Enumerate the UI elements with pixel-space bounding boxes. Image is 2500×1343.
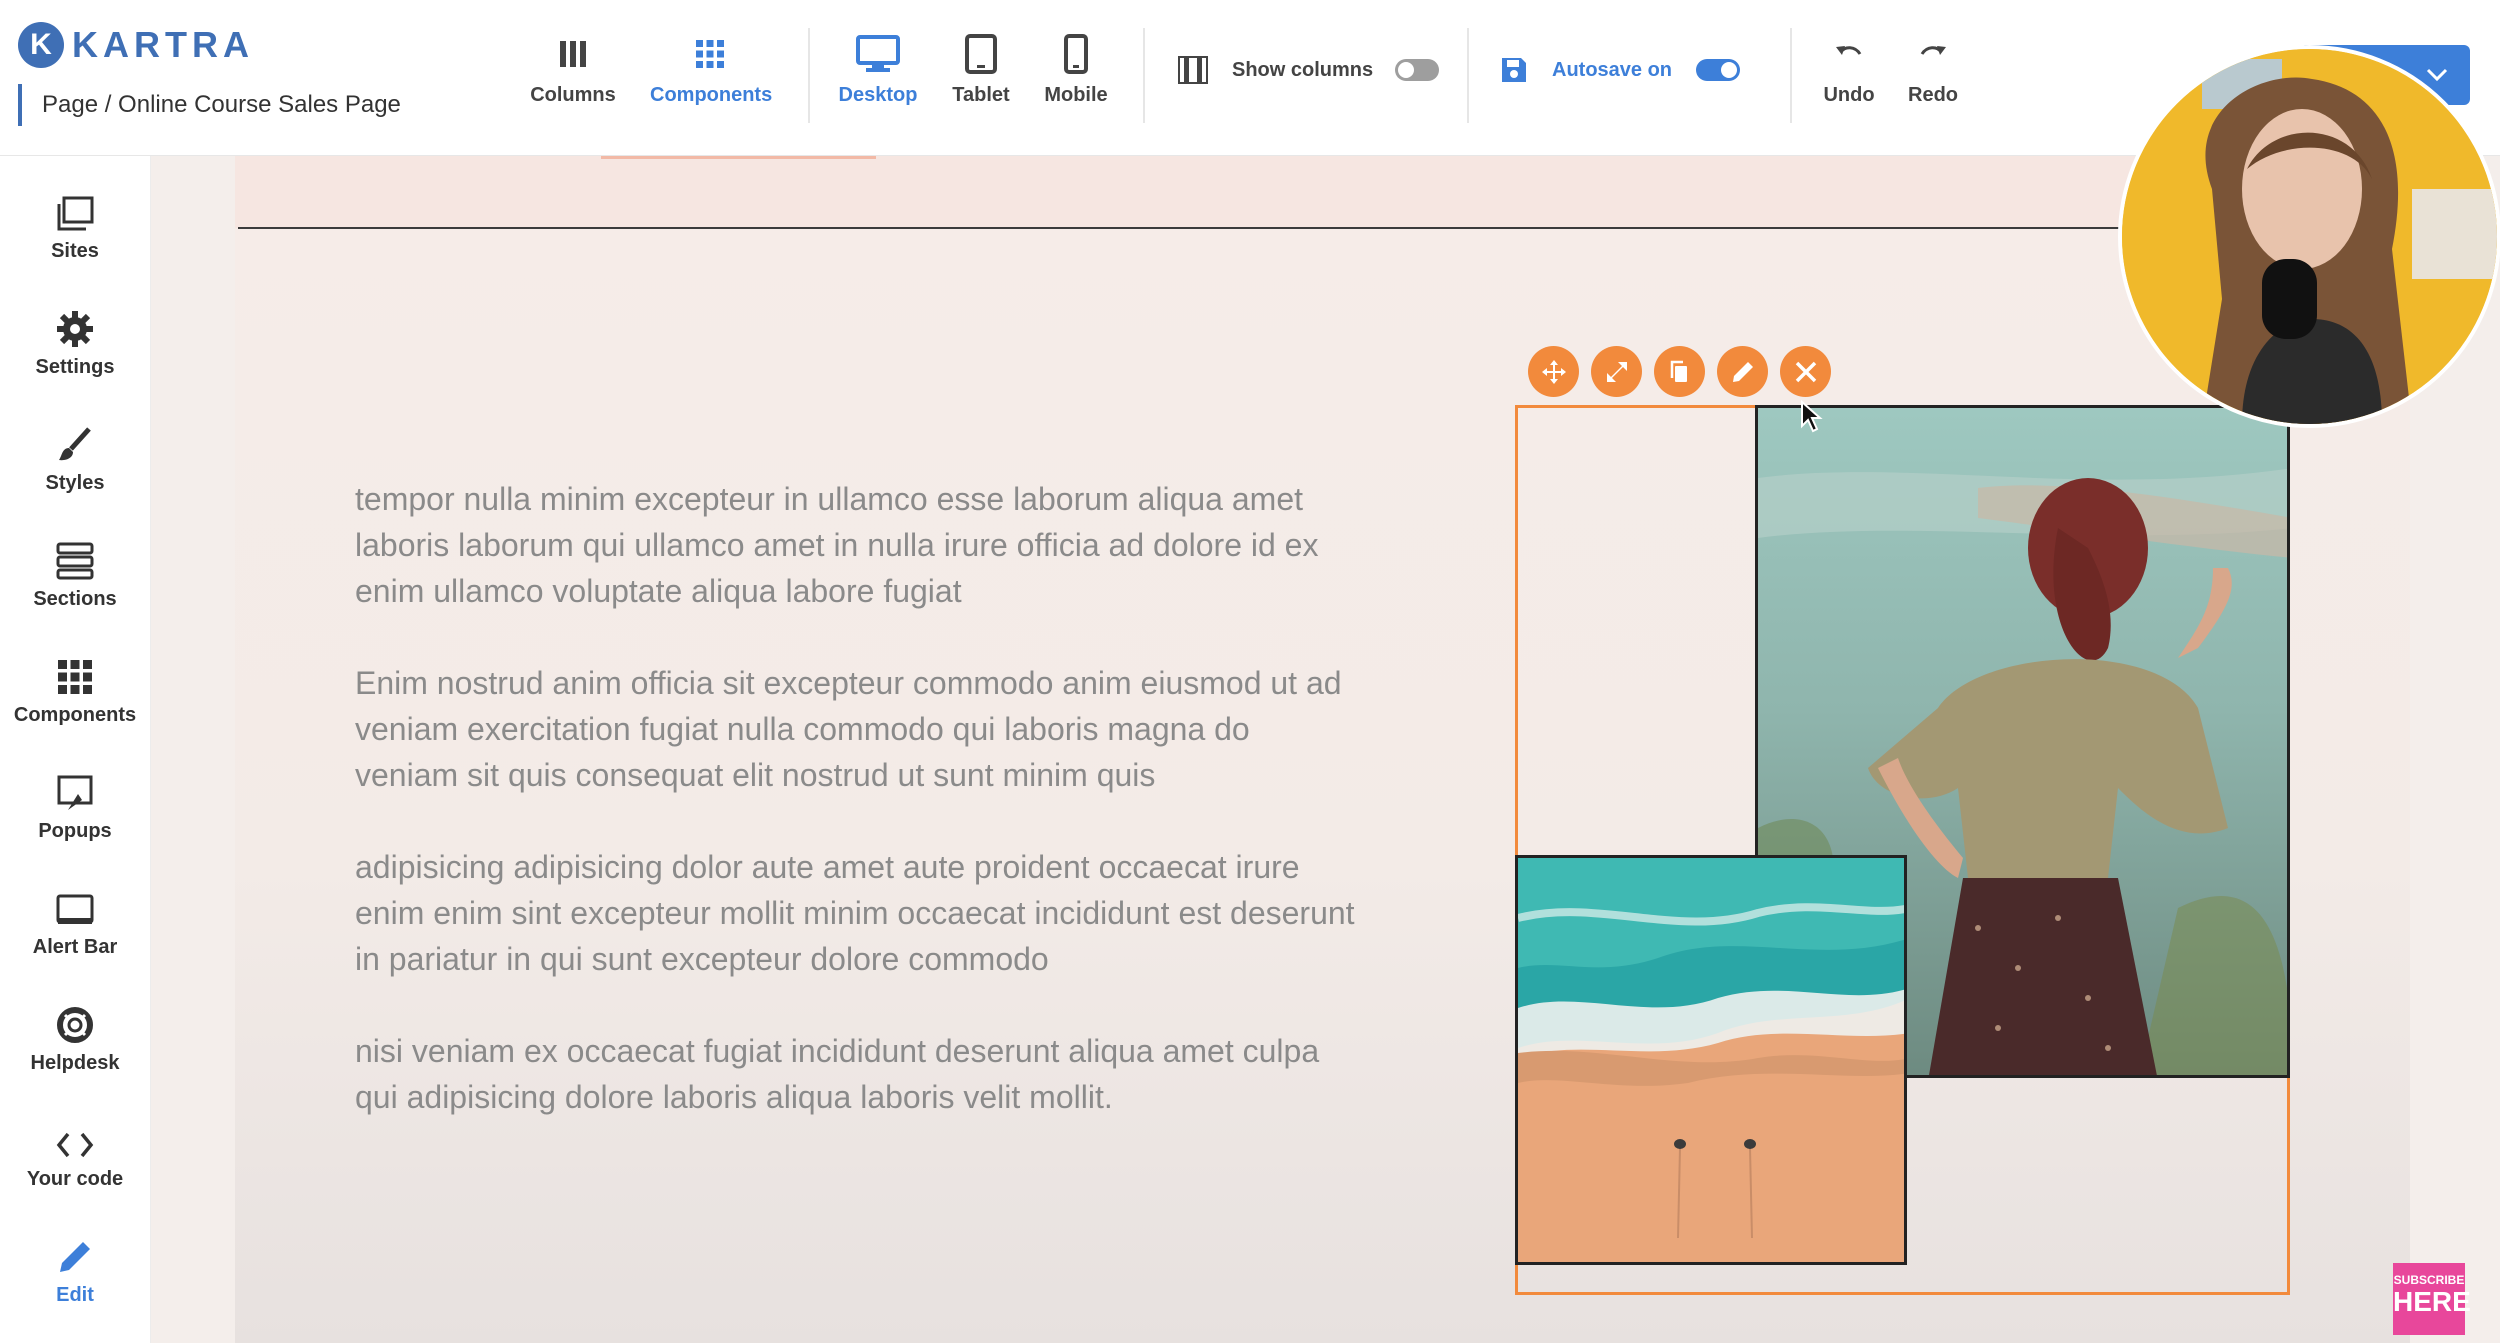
autosave-label: Autosave on [1552, 58, 1673, 81]
sidebar-item-label: Settings [35, 356, 115, 378]
sidebar-item-label: Popups [38, 820, 112, 842]
lifebuoy-icon [0, 996, 150, 1044]
show-columns-label: Show columns [1232, 58, 1374, 81]
sections-icon [0, 532, 150, 580]
columns-button[interactable]: Columns [513, 30, 633, 107]
mouse-cursor-icon [1800, 399, 1824, 439]
mobile-view-button[interactable]: Mobile [1016, 30, 1136, 107]
section-accent-line [601, 156, 876, 159]
sidebar-item-styles[interactable]: Styles [0, 416, 150, 495]
sidebar-item-helpdesk[interactable]: Helpdesk [0, 996, 150, 1075]
show-columns-icon [1178, 56, 1208, 84]
save-icon [1502, 58, 1526, 82]
beach-aerial-photo[interactable] [1515, 855, 1907, 1265]
subscribe-big-text: HERE [2393, 1286, 2471, 1317]
autosave-switch[interactable] [1696, 59, 1741, 81]
show-columns-toggle-group: Show columns [1178, 56, 1440, 84]
logo-text: KARTRA [72, 24, 254, 65]
show-columns-switch[interactable] [1395, 59, 1440, 81]
brush-icon [0, 416, 150, 464]
chevron-down-icon [2426, 68, 2448, 82]
sidebar-item-popups[interactable]: Popups [0, 764, 150, 843]
paragraph[interactable]: adipisicing adipisicing dolor aute amet … [355, 844, 1355, 982]
alert-bar-icon [0, 880, 150, 928]
text-block[interactable]: tempor nulla minim excepteur in ullamco … [355, 476, 1355, 1166]
sidebar-item-label: Your code [26, 1168, 124, 1190]
subscribe-small-text: SUBSCRIBE [2393, 1273, 2465, 1287]
sidebar-item-label: Styles [45, 472, 105, 494]
section-divider-line [238, 227, 2408, 229]
delete-icon[interactable] [1780, 346, 1831, 397]
components-grid-icon [650, 30, 770, 78]
duplicate-icon[interactable] [1654, 346, 1705, 397]
columns-label: Columns [530, 84, 616, 106]
sidebar-item-label: Edit [56, 1284, 94, 1306]
sidebar-item-sections[interactable]: Sections [0, 532, 150, 611]
mobile-label: Mobile [1044, 84, 1108, 106]
left-sidebar: Sites Settings Styles Sections Component… [0, 156, 151, 1343]
redo-button[interactable]: Redo [1873, 30, 1993, 107]
toolbar-divider [808, 28, 810, 123]
components-label: Components [650, 84, 773, 106]
grid-icon [0, 648, 150, 696]
columns-icon [513, 30, 633, 78]
edit-icon[interactable] [1717, 346, 1768, 397]
logo-mark: K [18, 22, 64, 68]
sidebar-item-components[interactable]: Components [0, 648, 150, 727]
toolbar-divider [1467, 28, 1469, 123]
top-toolbar: K KARTRA Page / Online Course Sales Page… [0, 0, 2500, 156]
components-button[interactable]: Components [650, 30, 773, 107]
desktop-view-button[interactable]: Desktop [818, 30, 938, 107]
sidebar-item-label: Sites [51, 240, 99, 262]
component-action-bar [1528, 346, 1831, 397]
sidebar-item-label: Helpdesk [30, 1052, 120, 1074]
redo-icon [1873, 30, 1993, 78]
previous-section[interactable] [235, 156, 2410, 228]
kartra-logo[interactable]: K KARTRA [18, 22, 254, 68]
sidebar-item-sites[interactable]: Sites [0, 184, 150, 263]
redo-label: Redo [1908, 84, 1958, 106]
sidebar-item-your-code[interactable]: Your code [0, 1112, 150, 1191]
resize-icon[interactable] [1591, 346, 1642, 397]
desktop-icon [818, 30, 938, 78]
sidebar-item-label: Sections [33, 588, 117, 610]
breadcrumb: Page / Online Course Sales Page [18, 84, 401, 126]
sidebar-item-label: Alert Bar [32, 936, 118, 958]
gear-icon [0, 300, 150, 348]
paragraph[interactable]: tempor nulla minim excepteur in ullamco … [355, 476, 1355, 614]
subscribe-badge[interactable]: SUBSCRIBE HERE [2393, 1263, 2471, 1335]
paragraph[interactable]: Enim nostrud anim officia sit excepteur … [355, 660, 1355, 798]
mobile-icon [1016, 30, 1136, 78]
popup-icon [0, 764, 150, 812]
move-icon[interactable] [1528, 346, 1579, 397]
pencil-icon [0, 1228, 150, 1276]
toolbar-divider [1143, 28, 1145, 123]
sidebar-item-settings[interactable]: Settings [0, 300, 150, 379]
sidebar-item-edit[interactable]: Edit [0, 1228, 150, 1307]
sites-icon [0, 184, 150, 232]
sidebar-item-alert-bar[interactable]: Alert Bar [0, 880, 150, 959]
sidebar-item-label: Components [13, 704, 137, 726]
desktop-label: Desktop [838, 84, 918, 106]
presenter-webcam [2118, 45, 2500, 428]
paragraph[interactable]: nisi veniam ex occaecat fugiat incididun… [355, 1028, 1355, 1120]
code-icon [0, 1112, 150, 1160]
autosave-toggle-group: Autosave on [1500, 56, 1741, 84]
